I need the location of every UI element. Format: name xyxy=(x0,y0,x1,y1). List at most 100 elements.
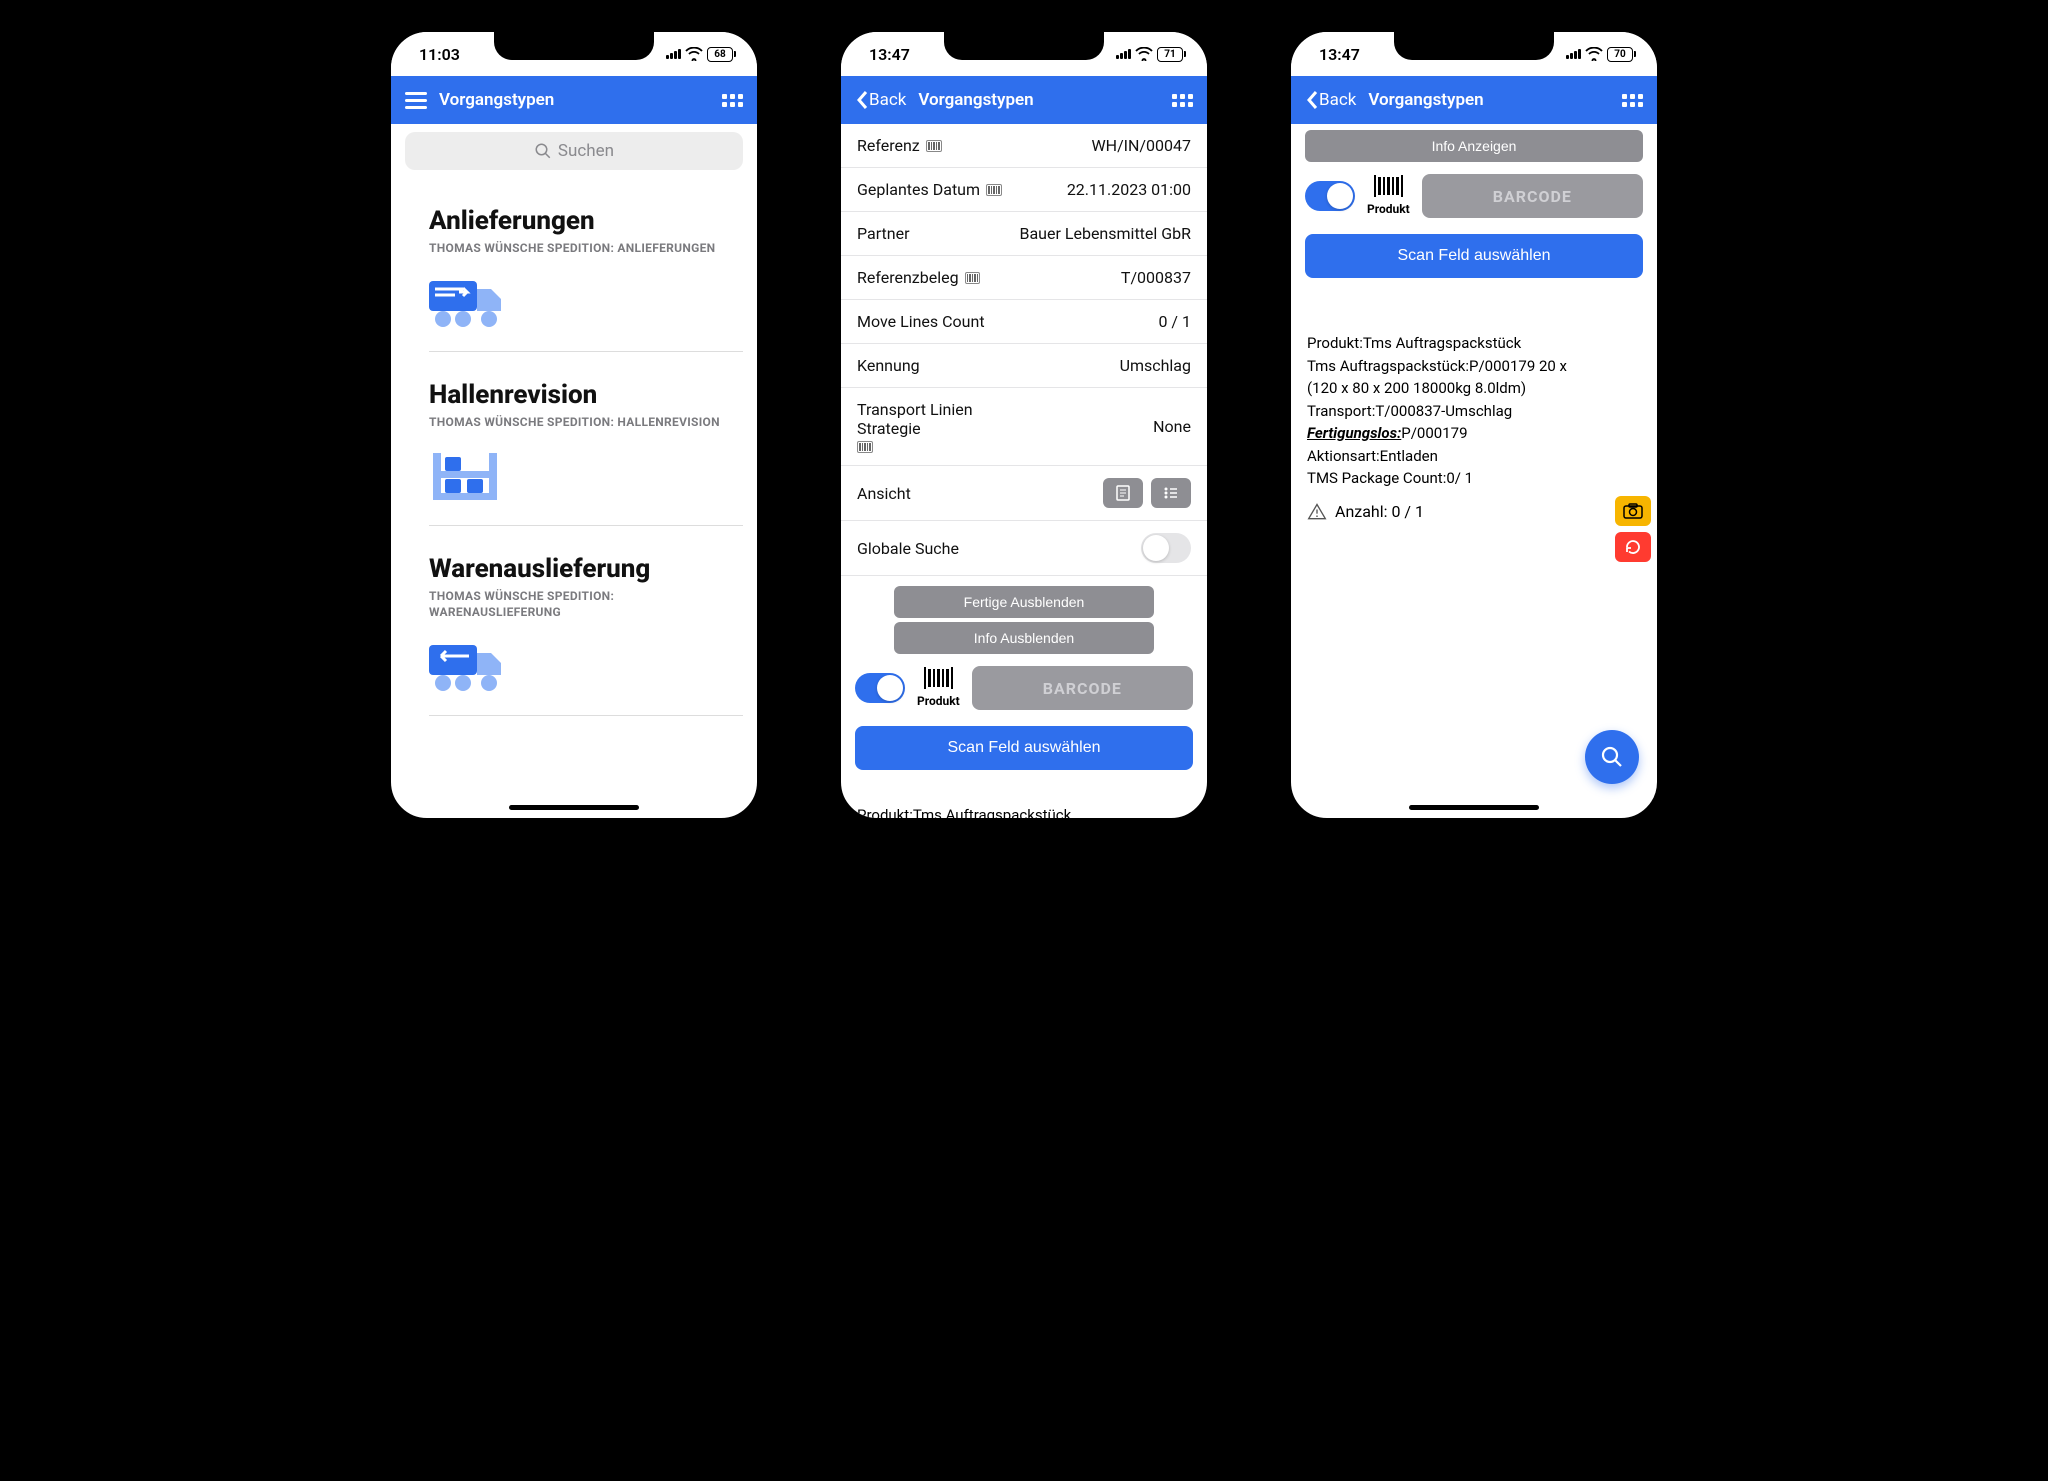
label: Globale Suche xyxy=(857,539,959,558)
truck-in-icon xyxy=(429,275,743,333)
row-kennung[interactable]: Kennung Umschlag xyxy=(841,344,1207,388)
back-button[interactable]: Back xyxy=(1305,90,1356,110)
barcode-row: Produkt BARCODE xyxy=(841,658,1207,718)
wifi-icon xyxy=(685,47,703,61)
value: None xyxy=(1153,417,1191,436)
notch xyxy=(494,30,654,60)
barcode-icon xyxy=(857,441,873,453)
info-text: Produkt:Tms Auftragspackstück Tms Auftra… xyxy=(841,798,1207,818)
menu-icon[interactable] xyxy=(405,92,427,109)
row-globale-suche: Globale Suche xyxy=(841,521,1207,576)
barcode-toggle[interactable] xyxy=(855,673,905,703)
app-header: Vorgangstypen xyxy=(391,76,757,124)
battery-icon: 71 xyxy=(1157,47,1183,62)
label: Transport Linien Strategie xyxy=(857,400,1017,438)
anzahl-label: Anzahl: 0 / 1 xyxy=(1335,502,1424,521)
row-geplantes-datum[interactable]: Geplantes Datum 22.11.2023 01:00 xyxy=(841,168,1207,212)
barcode-icon xyxy=(917,669,960,691)
content: Suchen Anlieferungen THOMAS WÜNSCHE SPED… xyxy=(391,124,757,818)
label: Referenz xyxy=(857,136,920,155)
home-indicator[interactable] xyxy=(1409,805,1539,810)
label: Geplantes Datum xyxy=(857,180,980,199)
info-line: Transport:T/000837-Umschlag xyxy=(1307,400,1641,423)
list-icon xyxy=(1162,484,1180,502)
camera-button[interactable] xyxy=(1615,496,1651,526)
apps-grid-icon[interactable] xyxy=(722,94,743,107)
notch xyxy=(1394,30,1554,60)
info-line: TMS Package Count:0/ 1 xyxy=(1307,467,1641,490)
document-icon xyxy=(1114,484,1132,502)
type-item-warenauslieferung[interactable]: Warenauslieferung THOMAS WÜNSCHE SPEDITI… xyxy=(429,526,743,717)
info-text: Produkt:Tms Auftragspackstück Tms Auftra… xyxy=(1291,326,1657,496)
info-anzeigen-button[interactable]: Info Anzeigen xyxy=(1305,130,1643,162)
label: Move Lines Count xyxy=(857,312,985,331)
produkt-label: Produkt xyxy=(1367,202,1410,216)
type-subtitle: THOMAS WÜNSCHE SPEDITION: WARENAUSLIEFER… xyxy=(429,588,743,622)
search-icon xyxy=(534,142,552,160)
produkt-indicator: Produkt xyxy=(917,669,960,708)
info-line: Produkt:Tms Auftragspackstück xyxy=(1307,332,1641,355)
scan-feld-button[interactable]: Scan Feld auswählen xyxy=(1305,234,1643,278)
status-right: 68 xyxy=(666,47,733,62)
apps-grid-icon[interactable] xyxy=(1172,94,1193,107)
info-line: Produkt:Tms Auftragspackstück xyxy=(857,804,1191,818)
home-indicator[interactable] xyxy=(509,805,639,810)
row-partner[interactable]: Partner Bauer Lebensmittel GbR xyxy=(841,212,1207,256)
info-line: Tms Auftragspackstück:P/000179 20 x xyxy=(1307,355,1641,378)
info-ausblenden-button[interactable]: Info Ausblenden xyxy=(894,622,1154,654)
label: Kennung xyxy=(857,356,920,375)
type-subtitle: THOMAS WÜNSCHE SPEDITION: ANLIEFERUNGEN xyxy=(429,240,743,257)
search-input[interactable]: Suchen xyxy=(405,132,743,170)
signal-icon xyxy=(666,49,681,59)
floating-action-buttons xyxy=(1615,496,1651,562)
chevron-left-icon xyxy=(855,90,869,110)
type-subtitle: THOMAS WÜNSCHE SPEDITION: HALLENREVISION xyxy=(429,414,743,431)
app-header: Back Vorgangstypen xyxy=(1291,76,1657,124)
status-right: 71 xyxy=(1116,47,1183,62)
status-time: 13:47 xyxy=(869,45,910,64)
back-label: Back xyxy=(869,90,906,110)
search-fab[interactable] xyxy=(1585,730,1639,784)
row-ansicht: Ansicht xyxy=(841,466,1207,521)
battery-icon: 68 xyxy=(707,47,733,62)
scan-feld-button[interactable]: Scan Feld auswählen xyxy=(855,726,1193,770)
warning-icon xyxy=(1307,502,1327,522)
signal-icon xyxy=(1566,49,1581,59)
value: Umschlag xyxy=(1120,356,1191,375)
barcode-icon xyxy=(965,272,981,284)
row-referenzbeleg[interactable]: Referenzbeleg T/000837 xyxy=(841,256,1207,300)
label: Referenzbeleg xyxy=(857,268,959,287)
row-move-lines[interactable]: Move Lines Count 0 / 1 xyxy=(841,300,1207,344)
row-referenz[interactable]: Referenz WH/IN/00047 xyxy=(841,124,1207,168)
value: T/000837 xyxy=(1121,268,1191,287)
barcode-input[interactable]: BARCODE xyxy=(1422,174,1643,218)
status-time: 13:47 xyxy=(1319,45,1360,64)
fertige-ausblenden-button[interactable]: Fertige Ausblenden xyxy=(894,586,1154,618)
view-list-button[interactable] xyxy=(1151,478,1191,508)
chevron-left-icon xyxy=(1305,90,1319,110)
refresh-button[interactable] xyxy=(1615,532,1651,562)
value: 22.11.2023 01:00 xyxy=(1067,180,1191,199)
view-doc-button[interactable] xyxy=(1103,478,1143,508)
content: Referenz WH/IN/00047 Geplantes Datum 22.… xyxy=(841,124,1207,818)
global-search-toggle[interactable] xyxy=(1141,533,1191,563)
back-label: Back xyxy=(1319,90,1356,110)
label: Ansicht xyxy=(857,484,911,503)
phone-1: 11:03 68 Vorgangstypen Suchen Anlieferun… xyxy=(379,20,769,830)
wifi-icon xyxy=(1585,47,1603,61)
header-title: Vorgangstypen xyxy=(439,90,554,110)
search-icon xyxy=(1600,745,1624,769)
wifi-icon xyxy=(1135,47,1153,61)
status-right: 70 xyxy=(1566,47,1633,62)
search-placeholder: Suchen xyxy=(558,141,614,161)
type-item-hallenrevision[interactable]: Hallenrevision THOMAS WÜNSCHE SPEDITION:… xyxy=(429,352,743,526)
type-item-anlieferungen[interactable]: Anlieferungen THOMAS WÜNSCHE SPEDITION: … xyxy=(429,178,743,352)
row-transport-strategie[interactable]: Transport Linien Strategie None xyxy=(841,388,1207,466)
barcode-input[interactable]: BARCODE xyxy=(972,666,1193,710)
apps-grid-icon[interactable] xyxy=(1622,94,1643,107)
back-button[interactable]: Back xyxy=(855,90,906,110)
value: 0 / 1 xyxy=(1158,312,1191,331)
value: WH/IN/00047 xyxy=(1091,136,1191,155)
barcode-toggle[interactable] xyxy=(1305,181,1355,211)
camera-icon xyxy=(1623,503,1643,519)
